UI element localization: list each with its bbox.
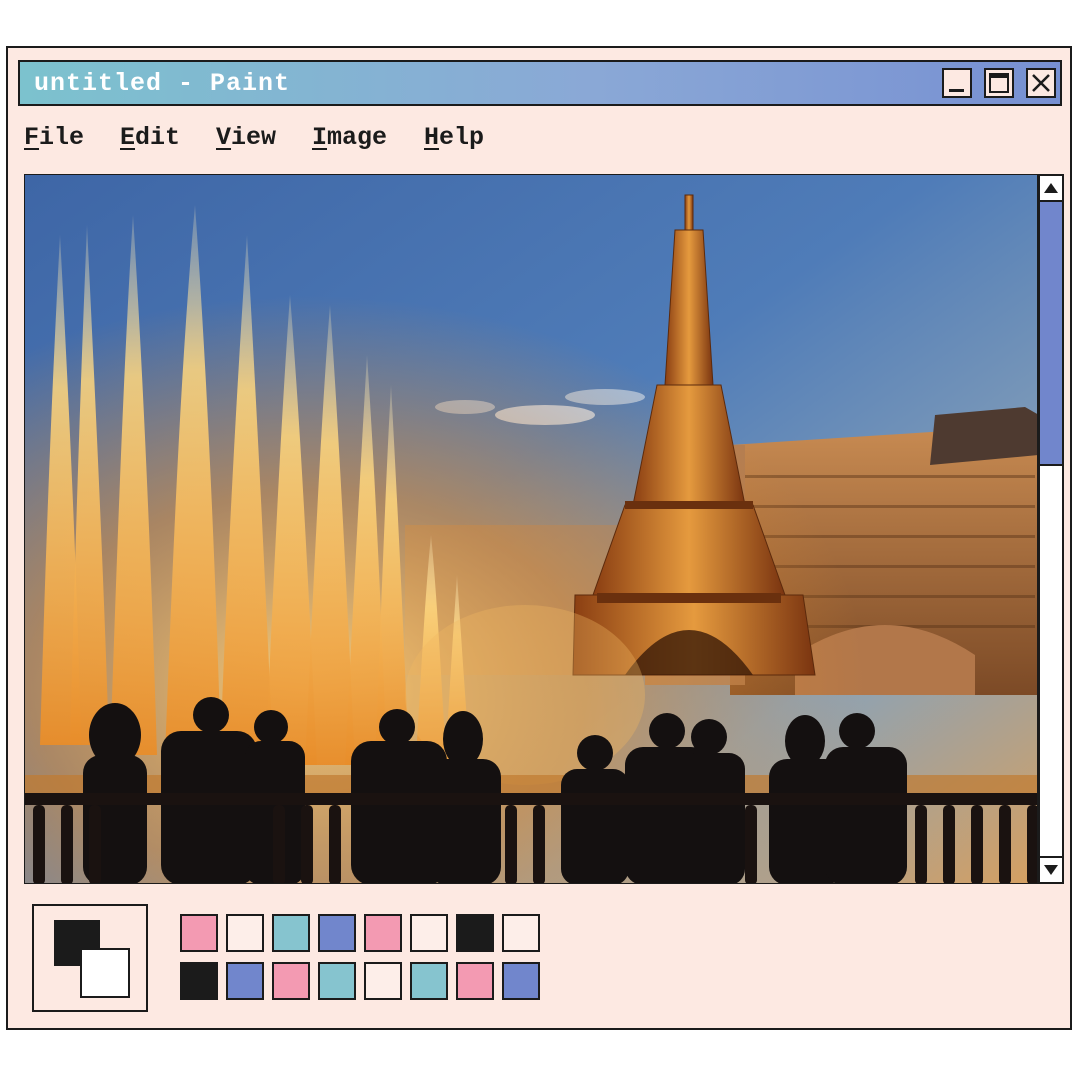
maximize-icon — [989, 73, 1009, 93]
vertical-scrollbar[interactable] — [1038, 174, 1064, 884]
scroll-up-button[interactable] — [1040, 176, 1062, 202]
title-bar[interactable]: untitled - Paint — [18, 60, 1062, 106]
palette-swatch[interactable] — [272, 962, 310, 1000]
minimize-icon — [949, 89, 964, 92]
palette-swatch[interactable] — [226, 914, 264, 952]
window-title: untitled - Paint — [34, 69, 291, 98]
menu-edit[interactable]: Edit — [120, 120, 180, 156]
palette-swatch[interactable] — [318, 962, 356, 1000]
canvas-photo — [25, 175, 1037, 883]
palette-swatch[interactable] — [180, 914, 218, 952]
scroll-down-button[interactable] — [1040, 856, 1062, 882]
palette-swatch[interactable] — [456, 962, 494, 1000]
minimize-button[interactable] — [942, 68, 972, 98]
drawing-canvas[interactable] — [24, 174, 1038, 884]
background-color[interactable] — [80, 948, 130, 998]
triangle-down-icon — [1044, 865, 1058, 875]
palette-swatch[interactable] — [180, 962, 218, 1000]
palette-swatch[interactable] — [272, 914, 310, 952]
palette-swatch[interactable] — [226, 962, 264, 1000]
palette-swatch[interactable] — [364, 914, 402, 952]
close-button[interactable] — [1026, 68, 1056, 98]
menu-view[interactable]: View — [216, 120, 276, 156]
palette-swatch[interactable] — [318, 914, 356, 952]
color-palette — [180, 914, 552, 1006]
current-colors[interactable] — [32, 904, 148, 1012]
palette-swatch[interactable] — [410, 962, 448, 1000]
palette-swatch[interactable] — [410, 914, 448, 952]
palette-swatch[interactable] — [456, 914, 494, 952]
paint-window: untitled - Paint File Edit View Image He… — [6, 46, 1072, 1030]
menu-help[interactable]: Help — [424, 120, 484, 156]
palette-swatch[interactable] — [502, 962, 540, 1000]
menu-file[interactable]: File — [24, 120, 84, 156]
maximize-button[interactable] — [984, 68, 1014, 98]
palette-swatch[interactable] — [364, 962, 402, 1000]
close-icon — [1032, 74, 1050, 92]
palette-swatch[interactable] — [502, 914, 540, 952]
scroll-thumb[interactable] — [1040, 202, 1062, 466]
menu-image[interactable]: Image — [312, 120, 387, 156]
triangle-up-icon — [1044, 183, 1058, 193]
